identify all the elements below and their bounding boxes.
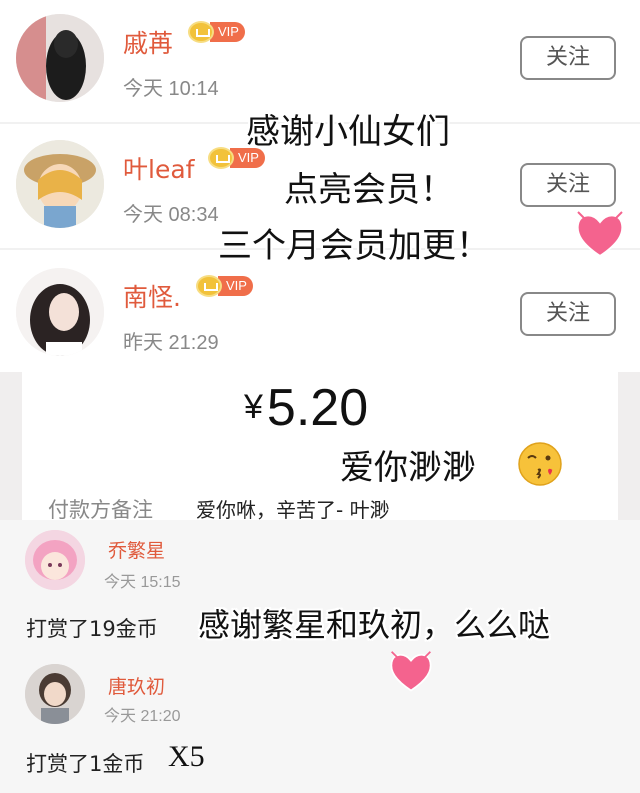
avatar[interactable] xyxy=(16,140,104,228)
caption-line-3: 三个月会员加更！ xyxy=(218,226,490,266)
kiss-emoji-icon xyxy=(516,440,564,488)
username[interactable]: 南怪. xyxy=(123,278,181,314)
timestamp: 今天 21:20 xyxy=(104,708,181,725)
vip-badge: VIP xyxy=(188,20,245,44)
caption-line-1: 感谢小仙女们 xyxy=(246,112,450,152)
payment-caption: 爱你渺渺 xyxy=(340,448,476,488)
crown-icon xyxy=(188,21,214,43)
username[interactable]: 戚苒 xyxy=(123,24,173,60)
avatar[interactable] xyxy=(25,530,85,590)
reward-caption: 感谢繁星和玖初，么么哒 xyxy=(198,606,551,644)
memo-value: 爱你咻，辛苦了- 叶渺 xyxy=(196,498,390,522)
username[interactable]: 叶leaf xyxy=(123,150,194,186)
crown-icon xyxy=(208,147,234,169)
timestamp: 今天 10:14 xyxy=(123,78,219,100)
vip-badge: VIP xyxy=(196,274,253,298)
timestamp: 今天 08:34 xyxy=(123,204,219,226)
reward-username[interactable]: 乔繁星 xyxy=(108,536,165,563)
caption-line-2: 点亮会员！ xyxy=(284,170,454,210)
follow-button[interactable]: 关注 xyxy=(520,36,616,80)
timestamp: 昨天 21:29 xyxy=(123,332,219,354)
follow-button[interactable]: 关注 xyxy=(520,292,616,336)
heart-icon xyxy=(574,210,626,260)
reward-text: 打赏了1金币 xyxy=(26,752,145,776)
heart-icon xyxy=(388,650,434,694)
reward-multiplier: X5 xyxy=(168,740,205,773)
avatar[interactable] xyxy=(16,14,104,102)
timestamp: 今天 15:15 xyxy=(104,574,181,591)
avatar[interactable] xyxy=(16,268,104,356)
follow-button[interactable]: 关注 xyxy=(520,163,616,207)
payment-amount: ¥5.20 xyxy=(244,379,369,437)
avatar[interactable] xyxy=(25,664,85,724)
reward-username[interactable]: 唐玖初 xyxy=(108,672,165,699)
reward-text: 打赏了19金币 xyxy=(26,617,158,641)
crown-icon xyxy=(196,275,222,297)
